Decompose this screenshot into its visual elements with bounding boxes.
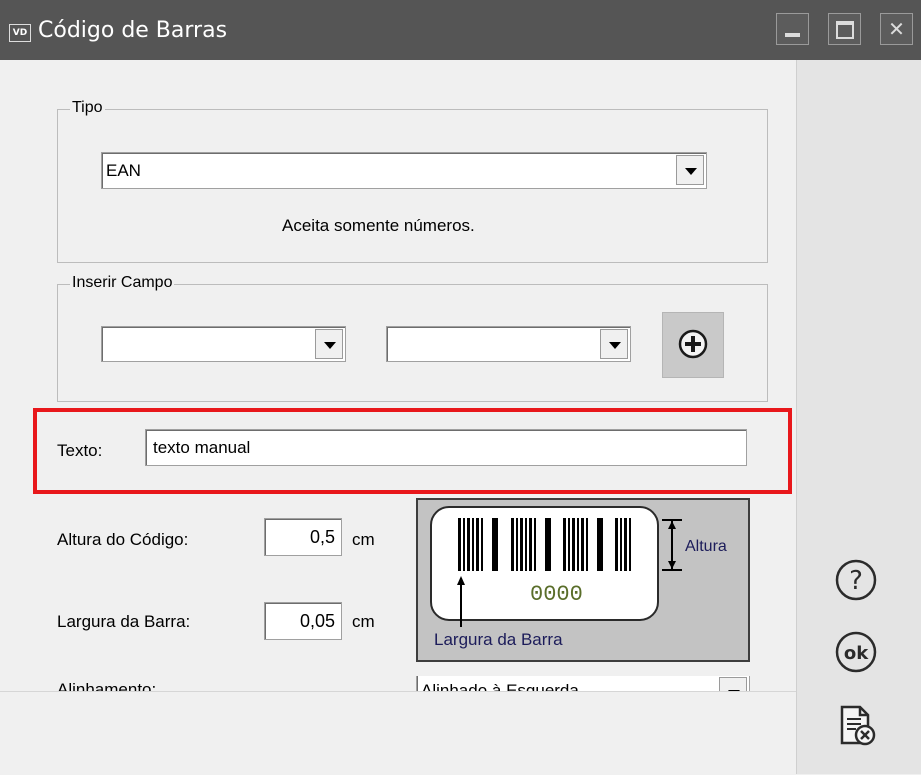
ok-icon[interactable]: ok [834,630,878,674]
alinhamento-select-value: Alinhado à Esquerda [421,681,579,691]
chevron-down-icon[interactable] [676,155,704,185]
alinhamento-select[interactable]: Alinhado à Esquerda [416,676,750,691]
chevron-down-icon[interactable] [315,329,343,359]
barcode-preview: Altura 0000 Largura da Barra [416,498,750,662]
altura-label: Altura do Código: [57,530,189,549]
title-bar: VD Código de Barras ✕ [0,0,921,60]
plus-circle-icon [678,329,708,359]
alinhamento-label: Alinhamento: [57,680,157,691]
altura-unit: cm [352,530,375,549]
campo-select-1[interactable] [101,326,346,362]
help-glyph: ? [849,566,863,596]
largura-unit: cm [352,612,375,631]
cancel-document-icon[interactable] [834,703,878,747]
largura-label: Largura da Barra: [57,612,191,631]
chevron-down-icon[interactable] [600,329,628,359]
largura-input[interactable]: 0,05 [264,602,342,640]
add-field-button[interactable] [662,312,724,378]
tipo-select[interactable]: EAN [101,152,707,189]
alinhamento-row-clip: Alinhamento: Alinhado à Esquerda [0,676,796,691]
app-logo-icon: VD [9,24,31,42]
campo-select-2[interactable] [386,326,631,362]
chevron-down-icon[interactable] [719,677,747,691]
close-button[interactable]: ✕ [880,13,913,45]
altura-dimension-label: Altura [685,538,727,555]
texto-input[interactable]: texto manual [145,429,747,466]
barcode-digits: 0000 [530,582,583,607]
minimize-button[interactable] [776,13,809,45]
tipo-group-label: Tipo [70,99,105,117]
window-title: Código de Barras [38,18,228,43]
tipo-info-text: Aceita somente números. [282,216,475,235]
ok-glyph: ok [844,643,869,664]
maximize-button[interactable] [828,13,861,45]
texto-label: Texto: [57,441,103,460]
tipo-select-value: EAN [106,161,141,180]
help-icon[interactable]: ? [834,558,878,602]
dialog-footer [0,691,796,775]
largura-dimension-label: Largura da Barra [434,630,563,649]
altura-input[interactable]: 0,5 [264,518,342,556]
inserir-campo-group-label: Inserir Campo [70,274,175,292]
